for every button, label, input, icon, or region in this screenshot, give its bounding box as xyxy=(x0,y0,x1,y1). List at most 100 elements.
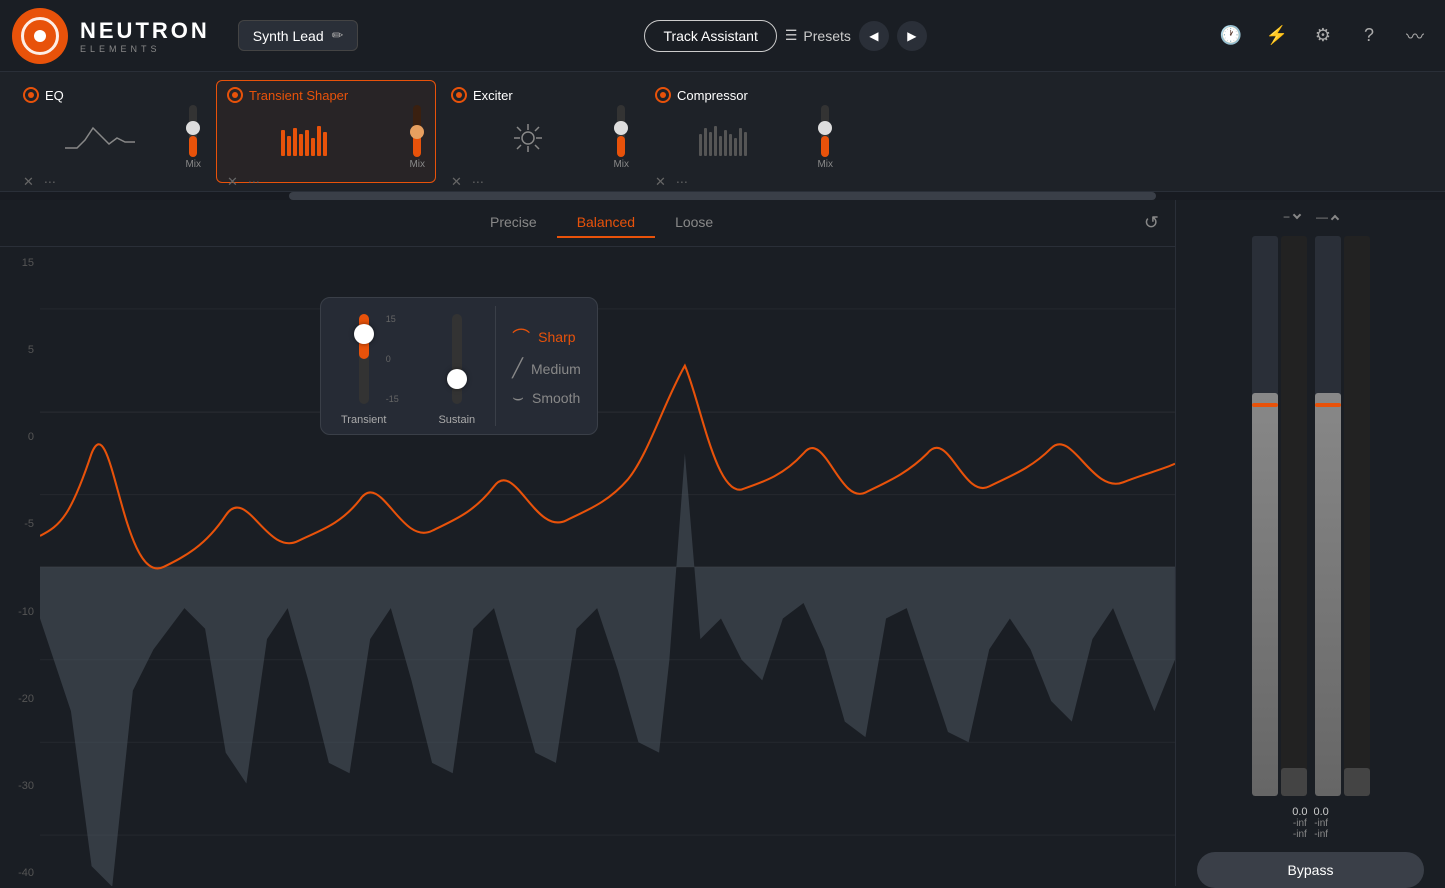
transient-menu-icon[interactable]: ⋯ xyxy=(248,175,260,189)
compressor-mix-thumb[interactable] xyxy=(818,121,832,135)
exciter-controls: Mix xyxy=(451,105,629,170)
left-meter-group xyxy=(1252,236,1307,796)
tab-precise[interactable]: Precise xyxy=(470,208,557,238)
meter-val-6: -inf xyxy=(1314,829,1328,840)
prev-preset-button[interactable]: ◀ xyxy=(859,21,889,51)
transient-slider-thumb[interactable] xyxy=(354,324,374,344)
brand-text: NEUTRON ELEMENTS xyxy=(80,18,210,54)
transient-slider-wrap: 15 0 -15 xyxy=(359,314,369,404)
transient-module-bottom: ✕ ⋯ xyxy=(227,174,425,190)
module-scrollbar[interactable] xyxy=(0,192,1445,200)
lightning-icon: ⚡ xyxy=(1266,25,1288,46)
meter-track-4[interactable] xyxy=(1344,236,1370,796)
option-sharp[interactable]: ⌒ Sharp xyxy=(512,324,581,350)
eq-menu-icon[interactable]: ⋯ xyxy=(44,175,56,189)
logo-circle xyxy=(21,17,59,55)
presets-button[interactable]: ☰ Presets xyxy=(785,27,851,44)
transient-close-button[interactable]: ✕ xyxy=(227,174,238,190)
exciter-mix-slider-track[interactable] xyxy=(617,105,625,157)
meter-track-2[interactable] xyxy=(1281,236,1307,796)
meter-fill-2 xyxy=(1281,768,1307,796)
transient-slider-col: 15 0 -15 Transient xyxy=(341,314,386,426)
waveform-svg xyxy=(40,247,1175,886)
logo-inner xyxy=(34,30,46,42)
next-preset-button[interactable]: ▶ xyxy=(897,21,927,51)
compressor-power-button[interactable] xyxy=(655,87,671,103)
compressor-menu-icon[interactable]: ⋯ xyxy=(676,175,688,189)
transient-slider-track[interactable] xyxy=(359,314,369,404)
reset-button[interactable]: ↺ xyxy=(1144,213,1159,234)
eq-power-dot xyxy=(28,92,34,98)
meter-track-1[interactable] xyxy=(1252,236,1278,796)
meter-values: 0.0 -inf -inf 0.0 -inf -inf xyxy=(1292,806,1329,840)
sustain-label: Sustain xyxy=(438,414,475,426)
bypass-button[interactable]: Bypass xyxy=(1197,852,1425,888)
eq-mix-thumb[interactable] xyxy=(186,121,200,135)
exciter-menu-icon[interactable]: ⋯ xyxy=(472,175,484,189)
history-button[interactable]: 🕐 xyxy=(1213,18,1249,54)
compressor-mix-slider-track[interactable] xyxy=(821,105,829,157)
transient-mix-thumb[interactable] xyxy=(410,125,424,139)
sustain-slider-col: Sustain xyxy=(438,314,475,426)
sustain-slider-track[interactable] xyxy=(452,314,462,404)
down-arrow-icon xyxy=(1293,211,1301,219)
transient-power-button[interactable] xyxy=(227,87,243,103)
compressor-controls: Mix xyxy=(655,105,833,170)
meter-track-3[interactable] xyxy=(1315,236,1341,796)
exciter-sparkle-icon xyxy=(503,120,553,156)
transient-mix-slider-track[interactable] xyxy=(413,105,421,157)
transient-mix-label: Mix xyxy=(409,159,425,170)
eq-mix-slider: Mix xyxy=(185,105,201,170)
waveform-button[interactable]: 〰 xyxy=(1397,18,1433,54)
exciter-power-dot xyxy=(456,92,462,98)
transient-module-name: Transient Shaper xyxy=(249,88,348,103)
tab-row: Precise Balanced Loose ↺ xyxy=(0,200,1175,247)
right-meter-group xyxy=(1315,236,1370,796)
track-assistant-button[interactable]: Track Assistant xyxy=(644,20,776,52)
transient-vis xyxy=(227,120,401,156)
exciter-power-button[interactable] xyxy=(451,87,467,103)
eq-close-button[interactable]: ✕ xyxy=(23,174,34,190)
help-icon: ? xyxy=(1364,25,1374,46)
compressor-mix-label: Mix xyxy=(817,159,833,170)
exciter-module-bottom: ✕ ⋯ xyxy=(451,174,629,190)
sustain-slider-thumb[interactable] xyxy=(447,369,467,389)
meter-fill-1 xyxy=(1252,393,1278,796)
medium-icon: ╱ xyxy=(512,358,523,379)
sharp-icon: ⌒ xyxy=(512,324,530,350)
module-scrollbar-thumb[interactable] xyxy=(289,192,1156,200)
compressor-module: Compressor xyxy=(644,80,844,183)
exciter-close-button[interactable]: ✕ xyxy=(451,174,462,190)
exciter-vis xyxy=(451,120,605,156)
exciter-module-name: Exciter xyxy=(473,88,513,103)
option-medium[interactable]: ╱ Medium xyxy=(512,358,581,379)
right-top-controls: − — xyxy=(1184,210,1437,224)
eq-module-header: EQ xyxy=(23,87,201,103)
meter-fill-4 xyxy=(1344,768,1370,796)
eq-mix-slider-track[interactable] xyxy=(189,105,197,157)
eq-controls: Mix xyxy=(23,105,201,170)
eq-module: EQ Mix ✕ ⋯ xyxy=(12,80,212,183)
preset-button[interactable]: Synth Lead ✏ xyxy=(238,20,359,51)
compressor-close-button[interactable]: ✕ xyxy=(655,174,666,190)
main-content: Precise Balanced Loose ↺ 15 5 0 -5 -10 -… xyxy=(0,200,1445,886)
transient-mix-slider: Mix xyxy=(409,105,425,170)
exciter-mix-slider: Mix xyxy=(613,105,629,170)
option-smooth[interactable]: ⌣ Smooth xyxy=(512,387,581,408)
waveform-area: 15 5 0 -5 -10 -20 -30 -40 xyxy=(0,247,1175,886)
compressor-power-dot xyxy=(660,92,666,98)
lightning-button[interactable]: ⚡ xyxy=(1259,18,1295,54)
hamburger-icon: ☰ xyxy=(785,27,798,44)
exciter-mix-thumb[interactable] xyxy=(614,121,628,135)
tab-loose[interactable]: Loose xyxy=(655,208,733,238)
popup-sliders: 15 0 -15 Transient xyxy=(321,298,495,434)
eq-power-button[interactable] xyxy=(23,87,39,103)
brand-sub: ELEMENTS xyxy=(80,44,210,54)
logo xyxy=(12,8,68,64)
exciter-mix-label: Mix xyxy=(613,159,629,170)
help-button[interactable]: ? xyxy=(1351,18,1387,54)
tab-balanced[interactable]: Balanced xyxy=(557,208,655,238)
transient-controls: Mix xyxy=(227,105,425,170)
meters-container xyxy=(1184,236,1437,796)
settings-button[interactable]: ⚙ xyxy=(1305,18,1341,54)
